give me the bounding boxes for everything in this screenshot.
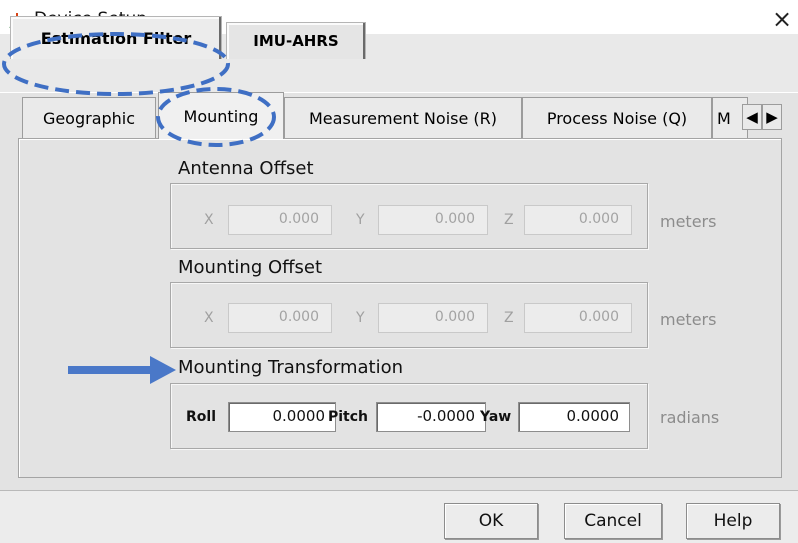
mounting-offset-title: Mounting Offset	[178, 257, 323, 278]
mounting-z-field[interactable]: 0.000	[524, 303, 632, 333]
mounting-transformation-title: Mounting Transformation	[178, 357, 404, 378]
antenna-z-field[interactable]: 0.000	[524, 205, 632, 235]
pitch-field[interactable]: -0.0000	[376, 402, 486, 432]
help-button[interactable]: Help	[686, 503, 780, 539]
antenna-x-label: X	[204, 212, 214, 228]
mounting-z-label: Z	[504, 310, 514, 326]
mounting-x-field[interactable]: 0.000	[228, 303, 332, 333]
mounting-y-label: Y	[356, 310, 365, 326]
tab-imu-ahrs[interactable]: IMU-AHRS	[226, 22, 366, 59]
dialog-footer	[0, 490, 798, 543]
roll-field[interactable]: 0.0000	[228, 402, 336, 432]
antenna-z-label: Z	[504, 212, 514, 228]
tab-process-noise[interactable]: Process Noise (Q)	[522, 97, 712, 139]
cancel-button[interactable]: Cancel	[564, 503, 662, 539]
antenna-y-label: Y	[356, 212, 365, 228]
antenna-x-field[interactable]: 0.000	[228, 205, 332, 235]
close-icon[interactable]: ×	[772, 6, 798, 32]
yaw-field[interactable]: 0.0000	[518, 402, 630, 432]
tab-mounting[interactable]: Mounting	[158, 92, 284, 139]
radians-unit-label: radians	[660, 408, 720, 427]
tab-scroll-left-icon[interactable]: ◀	[742, 104, 762, 130]
ok-button[interactable]: OK	[444, 503, 538, 539]
tab-estimation-filter[interactable]: Estimation Filter	[10, 16, 222, 59]
roll-label: Roll	[186, 409, 216, 425]
antenna-unit-label: meters	[660, 212, 717, 231]
yaw-label: Yaw	[480, 409, 512, 425]
tab-measurement-noise[interactable]: Measurement Noise (R)	[284, 97, 522, 139]
tab-geographic[interactable]: Geographic	[22, 97, 156, 139]
mounting-x-label: X	[204, 310, 214, 326]
mounting-y-field[interactable]: 0.000	[378, 303, 488, 333]
pitch-label: Pitch	[328, 409, 369, 425]
antenna-y-field[interactable]: 0.000	[378, 205, 488, 235]
tab-scroll-right-icon[interactable]: ▶	[762, 104, 782, 130]
mounting-offset-unit-label: meters	[660, 310, 717, 329]
antenna-offset-title: Antenna Offset	[178, 158, 314, 179]
